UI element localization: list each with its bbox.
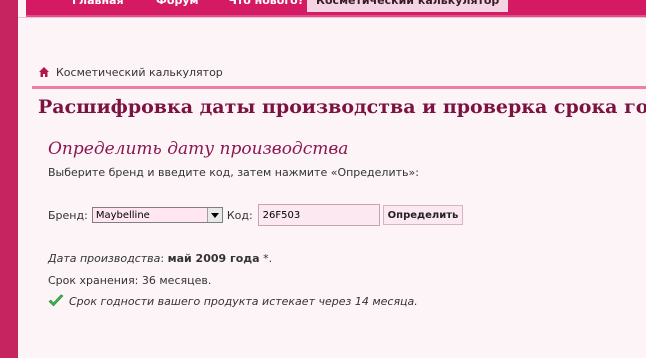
brand-label: Бренд: (48, 208, 88, 222)
production-date-suffix: *. (259, 252, 273, 265)
production-date-separator: : (160, 252, 168, 265)
nav-item-cosmetic-calculator[interactable]: Косметический калькулятор (307, 0, 509, 12)
nav-item-whats-new[interactable]: Что нового? (228, 0, 304, 12)
shelf-life-text: Срок хранения: 36 месяцев. (48, 274, 212, 287)
nav-item-forum[interactable]: Форум (156, 0, 199, 12)
breadcrumb-label: Косметический калькулятор (56, 65, 223, 79)
breadcrumb: Косметический калькулятор (38, 64, 223, 80)
production-date-value: май 2009 года (167, 252, 260, 265)
determine-button[interactable]: Определить (382, 205, 464, 225)
expiry-message: Срок годности вашего продукта истекает ч… (69, 294, 418, 308)
code-label: Код: (226, 208, 253, 222)
section-title: Определить дату производства (48, 139, 349, 159)
production-date-label: Дата производства (48, 252, 161, 265)
check-icon (48, 294, 64, 307)
production-date-line: Дата производства: май 2009 года *. (48, 252, 272, 265)
expiry-line: Срок годности вашего продукта истекает ч… (48, 294, 418, 308)
page-title: Расшифровка даты производства и проверка… (38, 96, 646, 118)
brand-select-value: Maybelline (95, 209, 150, 221)
home-icon[interactable] (38, 66, 50, 78)
code-input[interactable] (257, 204, 380, 226)
left-side-bar (0, 0, 18, 358)
section-divider (32, 86, 646, 89)
top-navigation: Главная Форум Что нового? Косметический … (26, 0, 646, 17)
instructions-text: Выберите бренд и введите код, затем нажм… (48, 166, 419, 179)
page: Главная Форум Что нового? Косметический … (0, 0, 646, 358)
brand-select[interactable]: Maybelline (91, 207, 223, 223)
chevron-down-icon[interactable] (206, 208, 222, 222)
top-separator (18, 17, 646, 18)
lookup-form: Бренд: Maybelline Код: Определить (48, 204, 464, 226)
nav-item-home[interactable]: Главная (72, 0, 124, 12)
